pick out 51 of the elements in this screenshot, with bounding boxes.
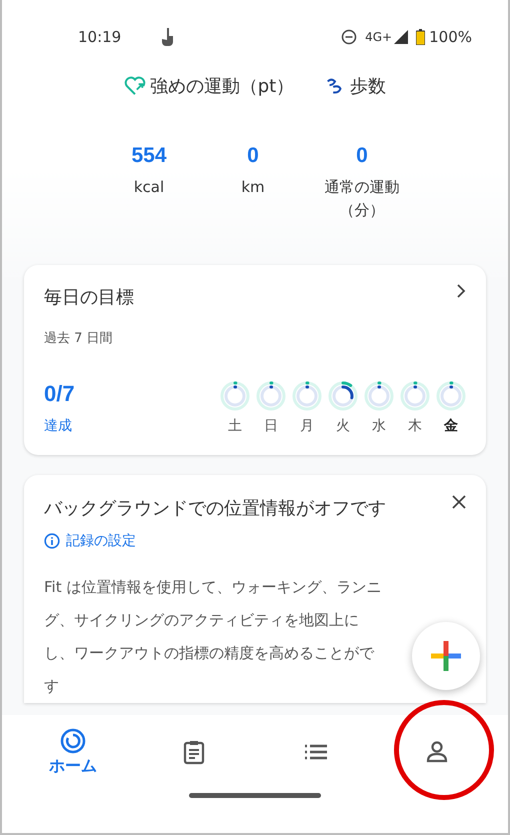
stat-label: kcal <box>134 177 164 198</box>
goal-ring <box>436 381 466 411</box>
stat-value: 554 <box>131 144 167 168</box>
goal-ring <box>400 381 430 411</box>
close-icon[interactable] <box>452 495 466 509</box>
network-type: 4G+ <box>365 30 392 44</box>
stat-label: km <box>241 177 265 198</box>
goal-ring <box>328 381 358 411</box>
clipboard-icon <box>182 739 206 765</box>
stat-label: 通常の運動（分） <box>324 177 400 220</box>
chevron-right-icon[interactable] <box>456 283 466 299</box>
goal-ring <box>364 381 394 411</box>
nav-tab[interactable]: ホーム <box>38 728 108 776</box>
day-label: 水 <box>372 417 386 435</box>
stat-value: 0 <box>247 144 259 168</box>
body-text-line: Fit は位置情報を使用して、ウォーキング、ランニ <box>44 576 382 598</box>
list-icon <box>304 743 328 761</box>
day-label: 月 <box>300 417 314 435</box>
do-not-disturb-icon <box>341 29 358 45</box>
goal-ring <box>292 381 322 411</box>
goal-ring <box>256 381 286 411</box>
metric-label: 強めの運動（pt） <box>150 75 294 98</box>
metric-label: 歩数 <box>350 75 386 98</box>
status-time: 10:19 <box>78 28 122 46</box>
body-text-line: グ、サイクリングのアクティビティを地図上に <box>44 610 359 631</box>
card-title: バックグラウンドでの位置情報がオフです <box>44 497 387 521</box>
body-text-line: す <box>44 676 59 697</box>
body-text-line: し、ワークアウトの指標の精度を高めることがで <box>44 642 374 664</box>
battery-level: 100% <box>429 28 472 46</box>
daily-goals-card[interactable]: 毎日の目標 過去 7 日間 0/7 達成 土 日 月 火 水 木 金 <box>24 265 486 455</box>
day-label: 金 <box>444 417 458 435</box>
heart-icon <box>124 76 146 96</box>
day-label: 土 <box>228 417 242 435</box>
goal-ring <box>220 381 250 411</box>
day-label: 日 <box>264 417 278 435</box>
goal-count: 0/7 <box>44 381 75 407</box>
info-icon <box>44 532 60 549</box>
card-title: 毎日の目標 <box>44 286 134 309</box>
day-label: 火 <box>336 417 350 435</box>
link-label[interactable]: 記録の設定 <box>66 532 136 550</box>
goal-count-label: 達成 <box>44 417 73 435</box>
card-subtitle: 過去 7 日間 <box>44 330 114 347</box>
signal-icon <box>394 30 408 44</box>
day-label: 木 <box>408 417 422 435</box>
stat-value: 0 <box>356 144 368 168</box>
battery-icon <box>416 29 426 45</box>
settings-link[interactable]: 記録の設定 <box>44 532 136 550</box>
hand-icon <box>161 28 176 46</box>
person-icon <box>426 741 448 763</box>
plus-icon <box>431 641 461 671</box>
home-ring-icon <box>60 728 86 754</box>
